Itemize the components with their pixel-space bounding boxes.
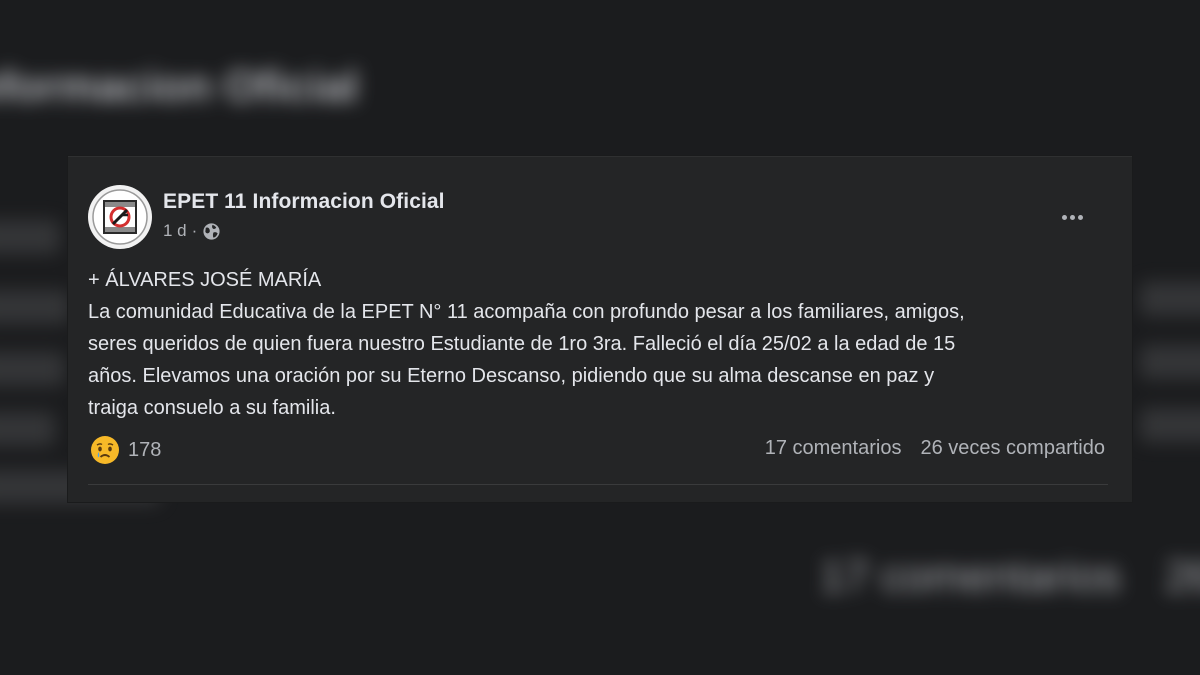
more-options-dot <box>1061 214 1067 220</box>
more-options-button[interactable] <box>1052 205 1092 229</box>
blurred-text-line <box>1140 345 1200 379</box>
post-meta: 1 d · <box>163 221 445 241</box>
blurred-text-line <box>0 290 70 324</box>
post-line: La comunidad Educativa de la EPET N° 11 … <box>88 301 965 323</box>
blurred-text-line <box>1140 282 1200 316</box>
separator-dot: · <box>191 221 198 240</box>
post-line: seres queridos de quien fuera nuestro Es… <box>88 333 956 355</box>
school-logo-icon <box>92 189 148 245</box>
page-avatar[interactable] <box>88 185 152 249</box>
post-stats: 17 comentarios 26 veces compartido <box>765 437 1105 460</box>
reaction-count: 178 <box>128 438 162 461</box>
post-message: + ÁLVARES JOSÉ MARÍA La comunidad Educat… <box>88 264 1118 424</box>
page-name-link[interactable]: EPET 11 Informacion Oficial <box>163 190 445 214</box>
blurred-shares: 26 <box>1165 552 1200 601</box>
blurred-comments: 17 comentarios <box>820 552 1121 601</box>
shares-count-link[interactable]: 26 veces compartido <box>920 437 1105 460</box>
reactions-summary[interactable]: 178 <box>90 435 161 465</box>
stats-spacer <box>901 437 920 460</box>
comments-count-link[interactable]: 17 comentarios <box>765 437 902 460</box>
post-line: traiga consuelo a su familia. <box>88 397 336 419</box>
post-timestamp[interactable]: 1 d <box>163 221 187 241</box>
more-options-dot <box>1077 214 1083 220</box>
globe-icon <box>203 222 220 240</box>
blurred-text-line <box>0 352 65 386</box>
blurred-text-line <box>0 412 55 446</box>
blurred-page-title: Informacion Oficial <box>0 62 359 111</box>
post-card: EPET 11 Informacion Oficial 1 d · + ÁLVA… <box>68 156 1132 502</box>
post-line: + ÁLVARES JOSÉ MARÍA <box>88 269 322 291</box>
divider <box>88 484 1108 485</box>
blurred-text-line <box>1140 408 1200 442</box>
sad-reaction-icon <box>91 436 119 464</box>
screenshot-stage: Informacion Oficial 17 comentarios 26 <box>0 0 1200 675</box>
post-header: EPET 11 Informacion Oficial 1 d · <box>88 185 445 249</box>
more-options-dot <box>1069 214 1075 220</box>
blurred-text-line <box>0 220 60 254</box>
post-line: años. Elevamos una oración por su Eterno… <box>88 365 935 387</box>
